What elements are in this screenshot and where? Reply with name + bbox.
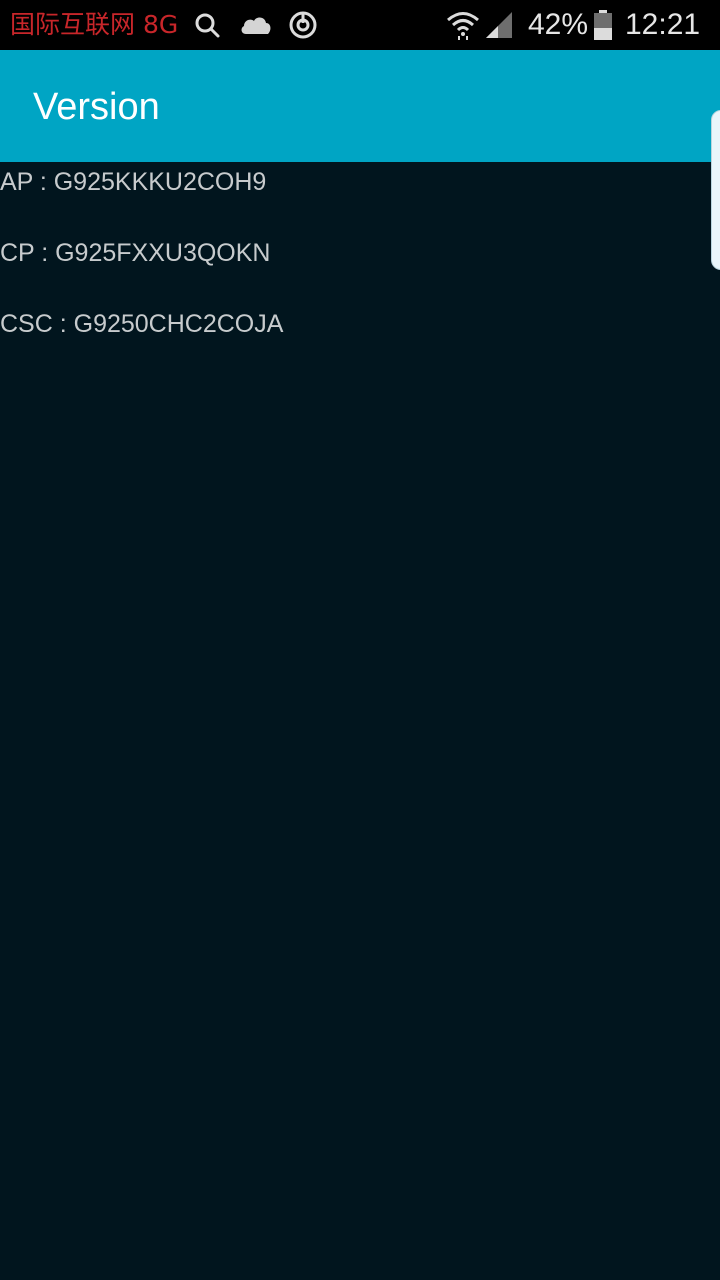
battery-percent: 42% [528,8,589,41]
status-bar: 国际互联网 8G 42% 12:21 [0,0,720,50]
edge-panel-handle[interactable] [711,110,720,270]
cloud-icon [238,10,274,40]
sync-icon [288,10,318,40]
signal-icon [484,10,514,40]
carrier-label: 国际互联网 8G [10,10,179,39]
wifi-icon [446,10,480,40]
page-title: Version [33,86,160,128]
app-bar: Version [0,50,720,162]
search-icon [192,10,222,40]
screen: 国际互联网 8G 42% 12:21 Version AP: G925KKKU… [0,0,720,1280]
clock: 12:21 [625,8,701,41]
version-ap: AP : G925KKKU2COH9 [0,168,267,196]
version-cp: CP : G925FXXU3QOKN [0,239,271,267]
version-csc: CSC : G9250CHC2COJA [0,310,284,338]
battery-icon [593,10,613,40]
